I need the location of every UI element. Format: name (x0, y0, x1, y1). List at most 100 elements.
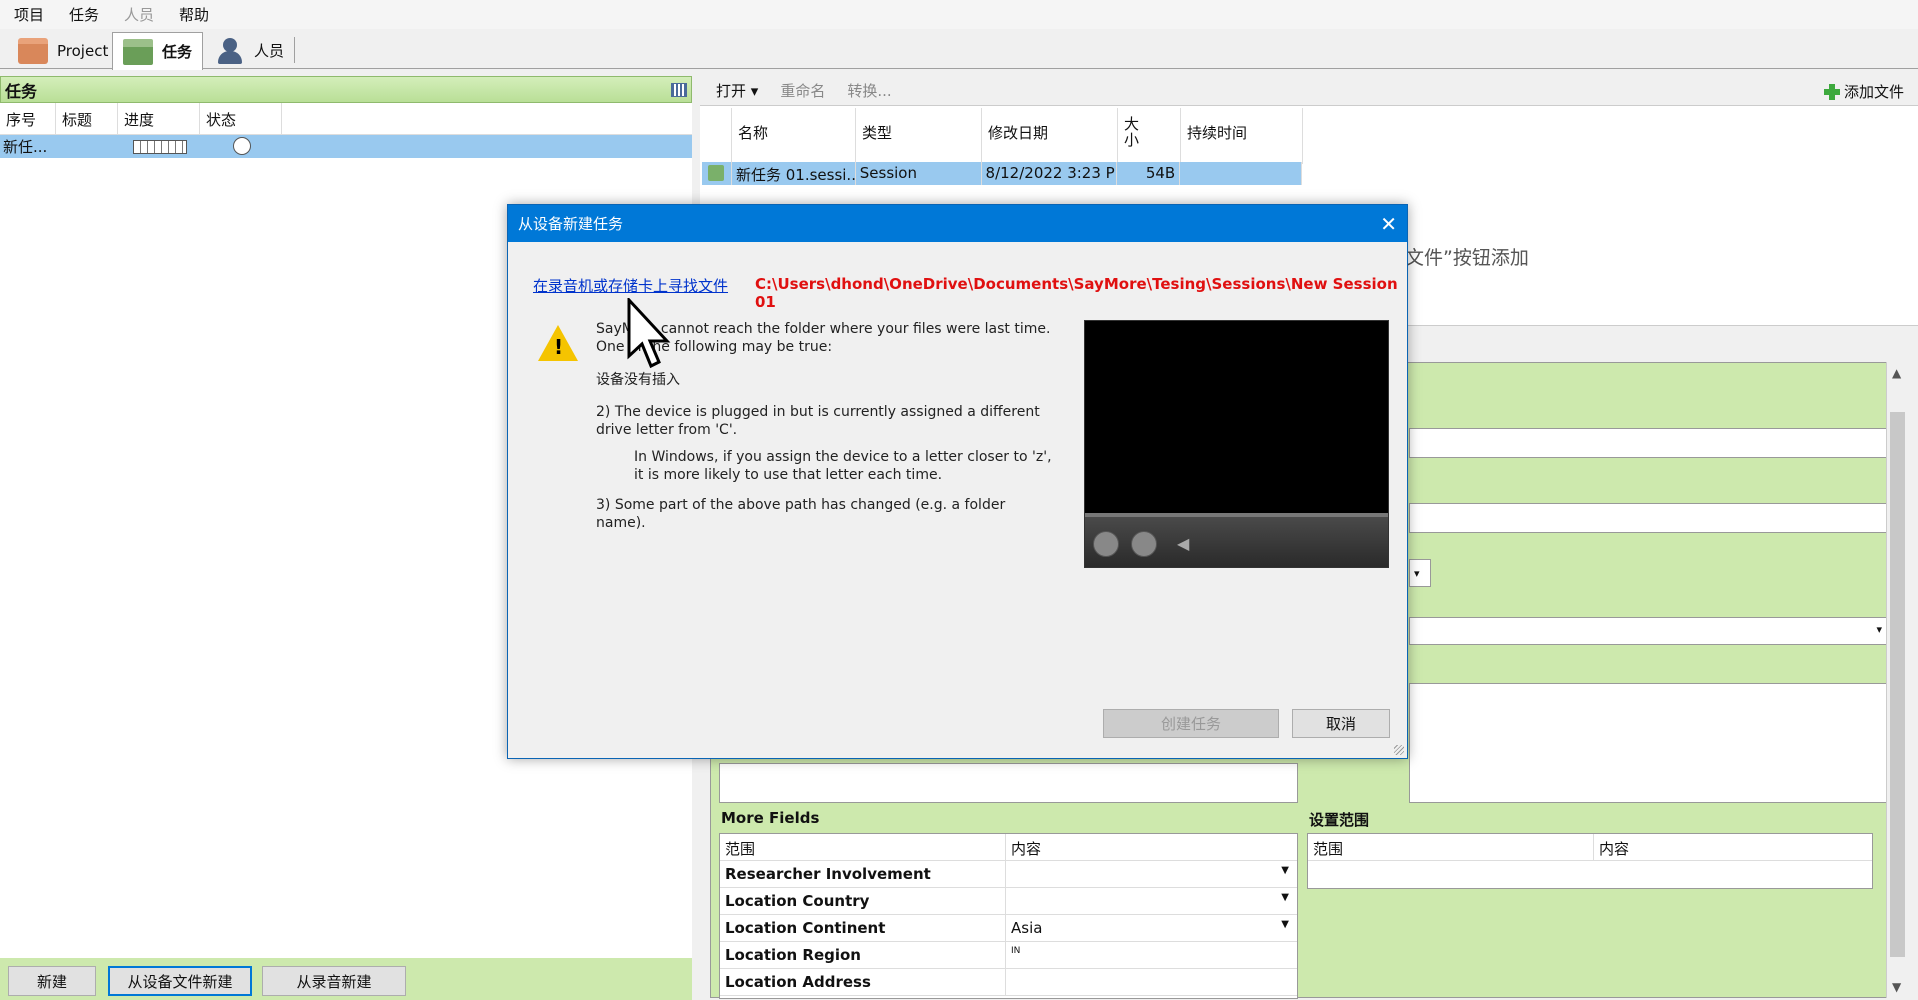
menu-task[interactable]: 任务 (69, 4, 99, 25)
more-fields-header: 范围 内容 (720, 834, 1297, 861)
field-label: Location Country (720, 888, 1006, 914)
menu-people[interactable]: 人员 (124, 4, 154, 25)
field-value[interactable]: Asia ▼ (1006, 915, 1297, 941)
scroll-up-icon[interactable]: ▲ (1892, 366, 1901, 380)
menu-project[interactable]: 项目 (14, 4, 44, 25)
play-icon[interactable] (1093, 531, 1119, 557)
column-header-status[interactable]: 状态 (200, 103, 282, 134)
field-label: Location Address (720, 969, 1006, 995)
column-header-value: 内容 (1011, 840, 1042, 858)
file-duration (1180, 162, 1302, 185)
table-row[interactable]: 新任... (0, 135, 692, 158)
dropdown-field[interactable]: ▾ (1409, 617, 1889, 645)
file-grid-header: 名称 类型 修改日期 大 小 持续时间 (702, 108, 1303, 164)
column-header-size[interactable]: 大 小 (1118, 108, 1181, 164)
find-files-link[interactable]: 在录音机或存储卡上寻找文件 (533, 275, 728, 296)
task-list-header: 任务 (0, 76, 692, 103)
field-value[interactable] (1006, 969, 1297, 995)
add-file-label: 添加文件 (1843, 83, 1904, 101)
file-modified: 8/12/2022 3:23 PM (982, 162, 1118, 185)
vertical-scrollbar[interactable]: ▲ ▼ (1886, 362, 1908, 998)
column-header-name[interactable]: 名称 (732, 108, 856, 164)
table-row[interactable]: Location Country ▼ (720, 888, 1297, 915)
table-row[interactable]: Researcher Involvement ▼ (720, 861, 1297, 888)
tab-label: 任务 (162, 43, 193, 61)
table-row[interactable]: Location Continent Asia ▼ (720, 915, 1297, 942)
open-menu-button[interactable]: 打开 ▾ (716, 80, 758, 101)
tab-people[interactable]: 人员 (205, 32, 294, 69)
column-header-duration[interactable]: 持续时间 (1181, 108, 1303, 164)
convert-button[interactable]: 转换... (847, 80, 891, 101)
tab-project[interactable]: Project (8, 32, 118, 69)
more-fields-table: 范围 内容 Researcher Involvement ▼ Location … (719, 833, 1298, 999)
field-label: Location Region (720, 942, 1006, 968)
new-from-recording-button[interactable]: 从录音新建 (262, 966, 406, 996)
column-header-progress[interactable]: 进度 (118, 103, 200, 134)
dialog-titlebar: 从设备新建任务 ✕ (508, 205, 1407, 242)
person-icon (215, 37, 245, 64)
chevron-down-icon[interactable]: ▼ (1281, 919, 1289, 930)
close-icon[interactable]: ✕ (1380, 212, 1397, 236)
task-button-bar: 新建 从设备文件新建 从录音新建 (0, 958, 692, 1000)
video-controls: ◀ (1085, 517, 1388, 567)
warning-exclamation: ! (554, 335, 564, 359)
text-field[interactable] (1409, 503, 1889, 533)
notes-textarea[interactable] (1409, 683, 1889, 803)
resize-grip-icon[interactable] (1394, 745, 1404, 755)
status-circle-icon (233, 137, 251, 155)
session-file-icon (702, 162, 732, 185)
columns-icon[interactable] (671, 83, 687, 97)
range-section-title: 设置范围 (1309, 811, 1370, 829)
message-text: 2) The device is plugged in but is curre… (596, 404, 1040, 438)
rename-button[interactable]: 重命名 (780, 80, 825, 101)
column-header-value: 内容 (1599, 840, 1630, 858)
table-row[interactable]: Location Region IN (720, 942, 1297, 969)
menu-bar: 项目 任务 人员 帮助 (0, 0, 1918, 29)
folder-icon (18, 37, 48, 64)
column-header-type[interactable]: 类型 (856, 108, 982, 164)
message-text: 3) Some part of the above path has chang… (596, 497, 1006, 531)
table-row[interactable]: Location Address (720, 969, 1297, 996)
menu-help[interactable]: 帮助 (179, 4, 209, 25)
tab-tasks[interactable]: 任务 (112, 32, 204, 70)
task-list-title: 任务 (5, 81, 38, 101)
field-value[interactable]: ▼ (1006, 888, 1297, 914)
device-path: C:\Users\dhond\OneDrive\Documents\SayMor… (755, 275, 1398, 311)
field-value-text: Asia (1011, 919, 1043, 937)
column-header-id[interactable]: 序号 (0, 103, 56, 134)
message-text: In Windows, if you assign the device to … (634, 449, 1052, 483)
text-field[interactable] (1409, 428, 1889, 458)
new-session-from-device-dialog: 从设备新建任务 ✕ 在录音机或存储卡上寻找文件 C:\Users\dhond\O… (507, 204, 1408, 759)
cancel-button[interactable]: 取消 (1292, 709, 1390, 738)
plus-icon (1823, 83, 1840, 100)
chevron-down-icon[interactable]: ▼ (1281, 892, 1289, 903)
column-header-title[interactable]: 标题 (56, 103, 118, 134)
new-from-device-button[interactable]: 从设备文件新建 (108, 966, 252, 996)
tab-bar: Project 任务 人员 (0, 29, 1918, 70)
description-textarea[interactable] (719, 763, 1298, 803)
field-label: Researcher Involvement (720, 861, 1006, 887)
create-session-button[interactable]: 创建任务 (1103, 709, 1279, 738)
progress-bar (133, 140, 187, 154)
file-size: 54B (1117, 162, 1181, 185)
more-fields-title: More Fields (721, 809, 820, 827)
tab-label: Project (57, 41, 109, 60)
field-value-text: IN (1011, 946, 1021, 956)
tab-label: 人员 (254, 42, 285, 60)
field-label: Location Continent (720, 915, 1006, 941)
chevron-down-icon[interactable]: ▼ (1281, 865, 1289, 876)
add-file-hint: 文件”按钮添加 (1405, 247, 1529, 269)
table-row[interactable]: 新任务 01.sessi... Session 8/12/2022 3:23 P… (702, 162, 1302, 185)
add-file-button[interactable]: 添加文件 (1823, 81, 1904, 102)
scroll-thumb[interactable] (1890, 412, 1905, 957)
chevron-down-icon[interactable]: ▾ (1409, 559, 1431, 587)
volume-icon[interactable]: ◀ (1177, 534, 1189, 553)
field-value[interactable]: IN (1006, 942, 1297, 968)
file-name: 新任务 01.sessi... (732, 162, 856, 185)
stop-icon[interactable] (1131, 531, 1157, 557)
scroll-down-icon[interactable]: ▼ (1892, 980, 1901, 994)
new-button[interactable]: 新建 (8, 966, 96, 996)
dialog-title: 从设备新建任务 (518, 215, 624, 233)
field-value[interactable]: ▼ (1006, 861, 1297, 887)
column-header-modified[interactable]: 修改日期 (982, 108, 1118, 164)
